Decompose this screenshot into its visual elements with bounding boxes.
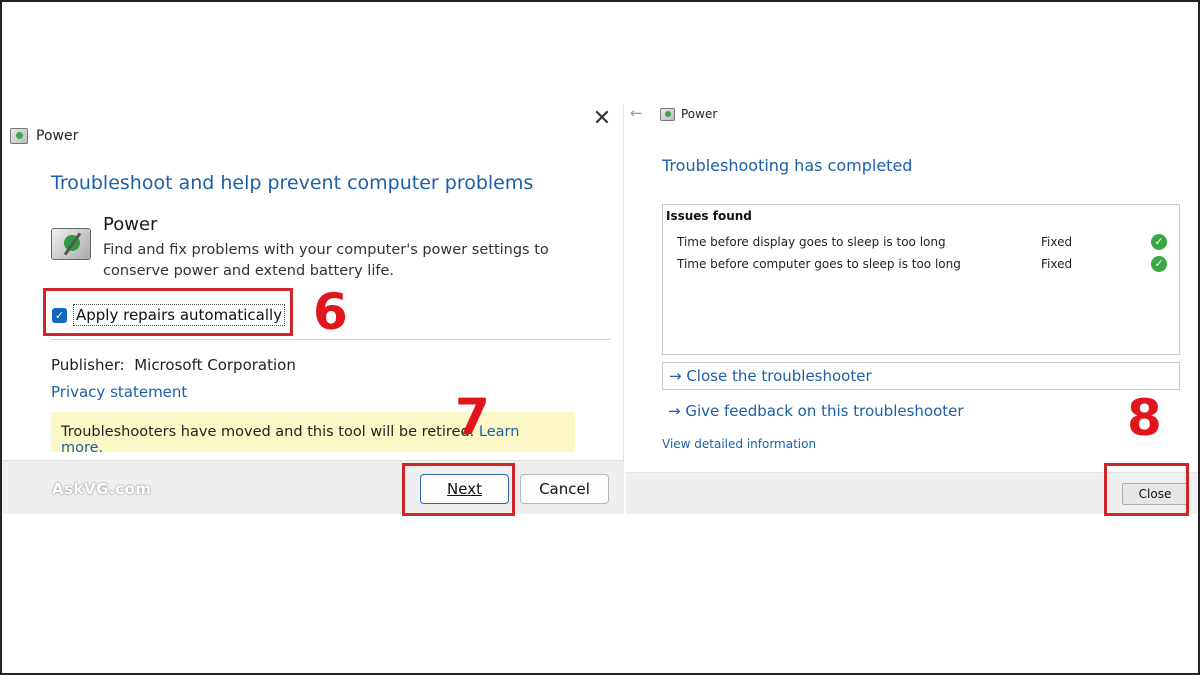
notice-text: Troubleshooters have moved and this tool… (61, 424, 479, 440)
close-troubleshooter-link[interactable]: → Close the troubleshooter (662, 362, 1180, 390)
power-app-icon (10, 128, 28, 144)
right-title-bar: Power (660, 107, 717, 121)
annotation-box-step7 (402, 463, 515, 516)
troubleshooter-completed-dialog: ← Power Troubleshooting has completed Is… (626, 100, 1198, 514)
issue-row: Time before computer goes to sleep is to… (677, 256, 1177, 275)
publisher-value: Microsoft Corporation (134, 356, 296, 374)
issue-status: Fixed (1041, 257, 1073, 271)
left-window-title: Power (36, 128, 79, 144)
cancel-button[interactable]: Cancel (520, 474, 609, 504)
left-footer: AskVG.com Next Cancel (2, 460, 624, 514)
issue-description: Time before display goes to sleep is too… (677, 235, 946, 249)
back-arrow-icon[interactable]: ← (630, 104, 643, 122)
issues-header: Issues found (666, 209, 752, 223)
annotation-box-step8 (1104, 463, 1189, 516)
power-troubleshooter-icon (51, 228, 91, 260)
power-app-icon (660, 107, 675, 121)
issue-row: Time before display goes to sleep is too… (677, 234, 1177, 253)
publisher-info: Publisher: Microsoft Corporation (51, 356, 296, 374)
privacy-statement-link[interactable]: Privacy statement (51, 383, 187, 401)
view-detailed-information-link[interactable]: View detailed information (662, 437, 816, 451)
give-feedback-link[interactable]: → Give feedback on this troubleshooter (668, 402, 964, 420)
left-heading: Troubleshoot and help prevent computer p… (51, 172, 534, 194)
annotation-number-6: 6 (313, 283, 348, 341)
green-check-icon: ✓ (1151, 234, 1167, 250)
issues-found-panel: Issues found Time before display goes to… (662, 204, 1180, 355)
green-check-icon: ✓ (1151, 256, 1167, 272)
right-window-title: Power (681, 107, 718, 121)
annotation-box-step6 (43, 288, 293, 336)
completed-heading: Troubleshooting has completed (662, 156, 913, 175)
issue-description: Time before computer goes to sleep is to… (677, 257, 961, 271)
close-icon[interactable]: ✕ (591, 108, 613, 130)
retirement-notice: Troubleshooters have moved and this tool… (51, 412, 575, 456)
annotation-number-8: 8 (1127, 389, 1162, 447)
troubleshooter-description: Find and fix problems with your computer… (103, 242, 549, 279)
troubleshooter-name: Power (103, 214, 158, 235)
publisher-label: Publisher: (51, 356, 125, 374)
annotation-number-7: 7 (455, 388, 490, 446)
left-title-bar: Power (10, 128, 78, 144)
watermark: AskVG.com (52, 480, 152, 498)
issue-status: Fixed (1041, 235, 1073, 249)
